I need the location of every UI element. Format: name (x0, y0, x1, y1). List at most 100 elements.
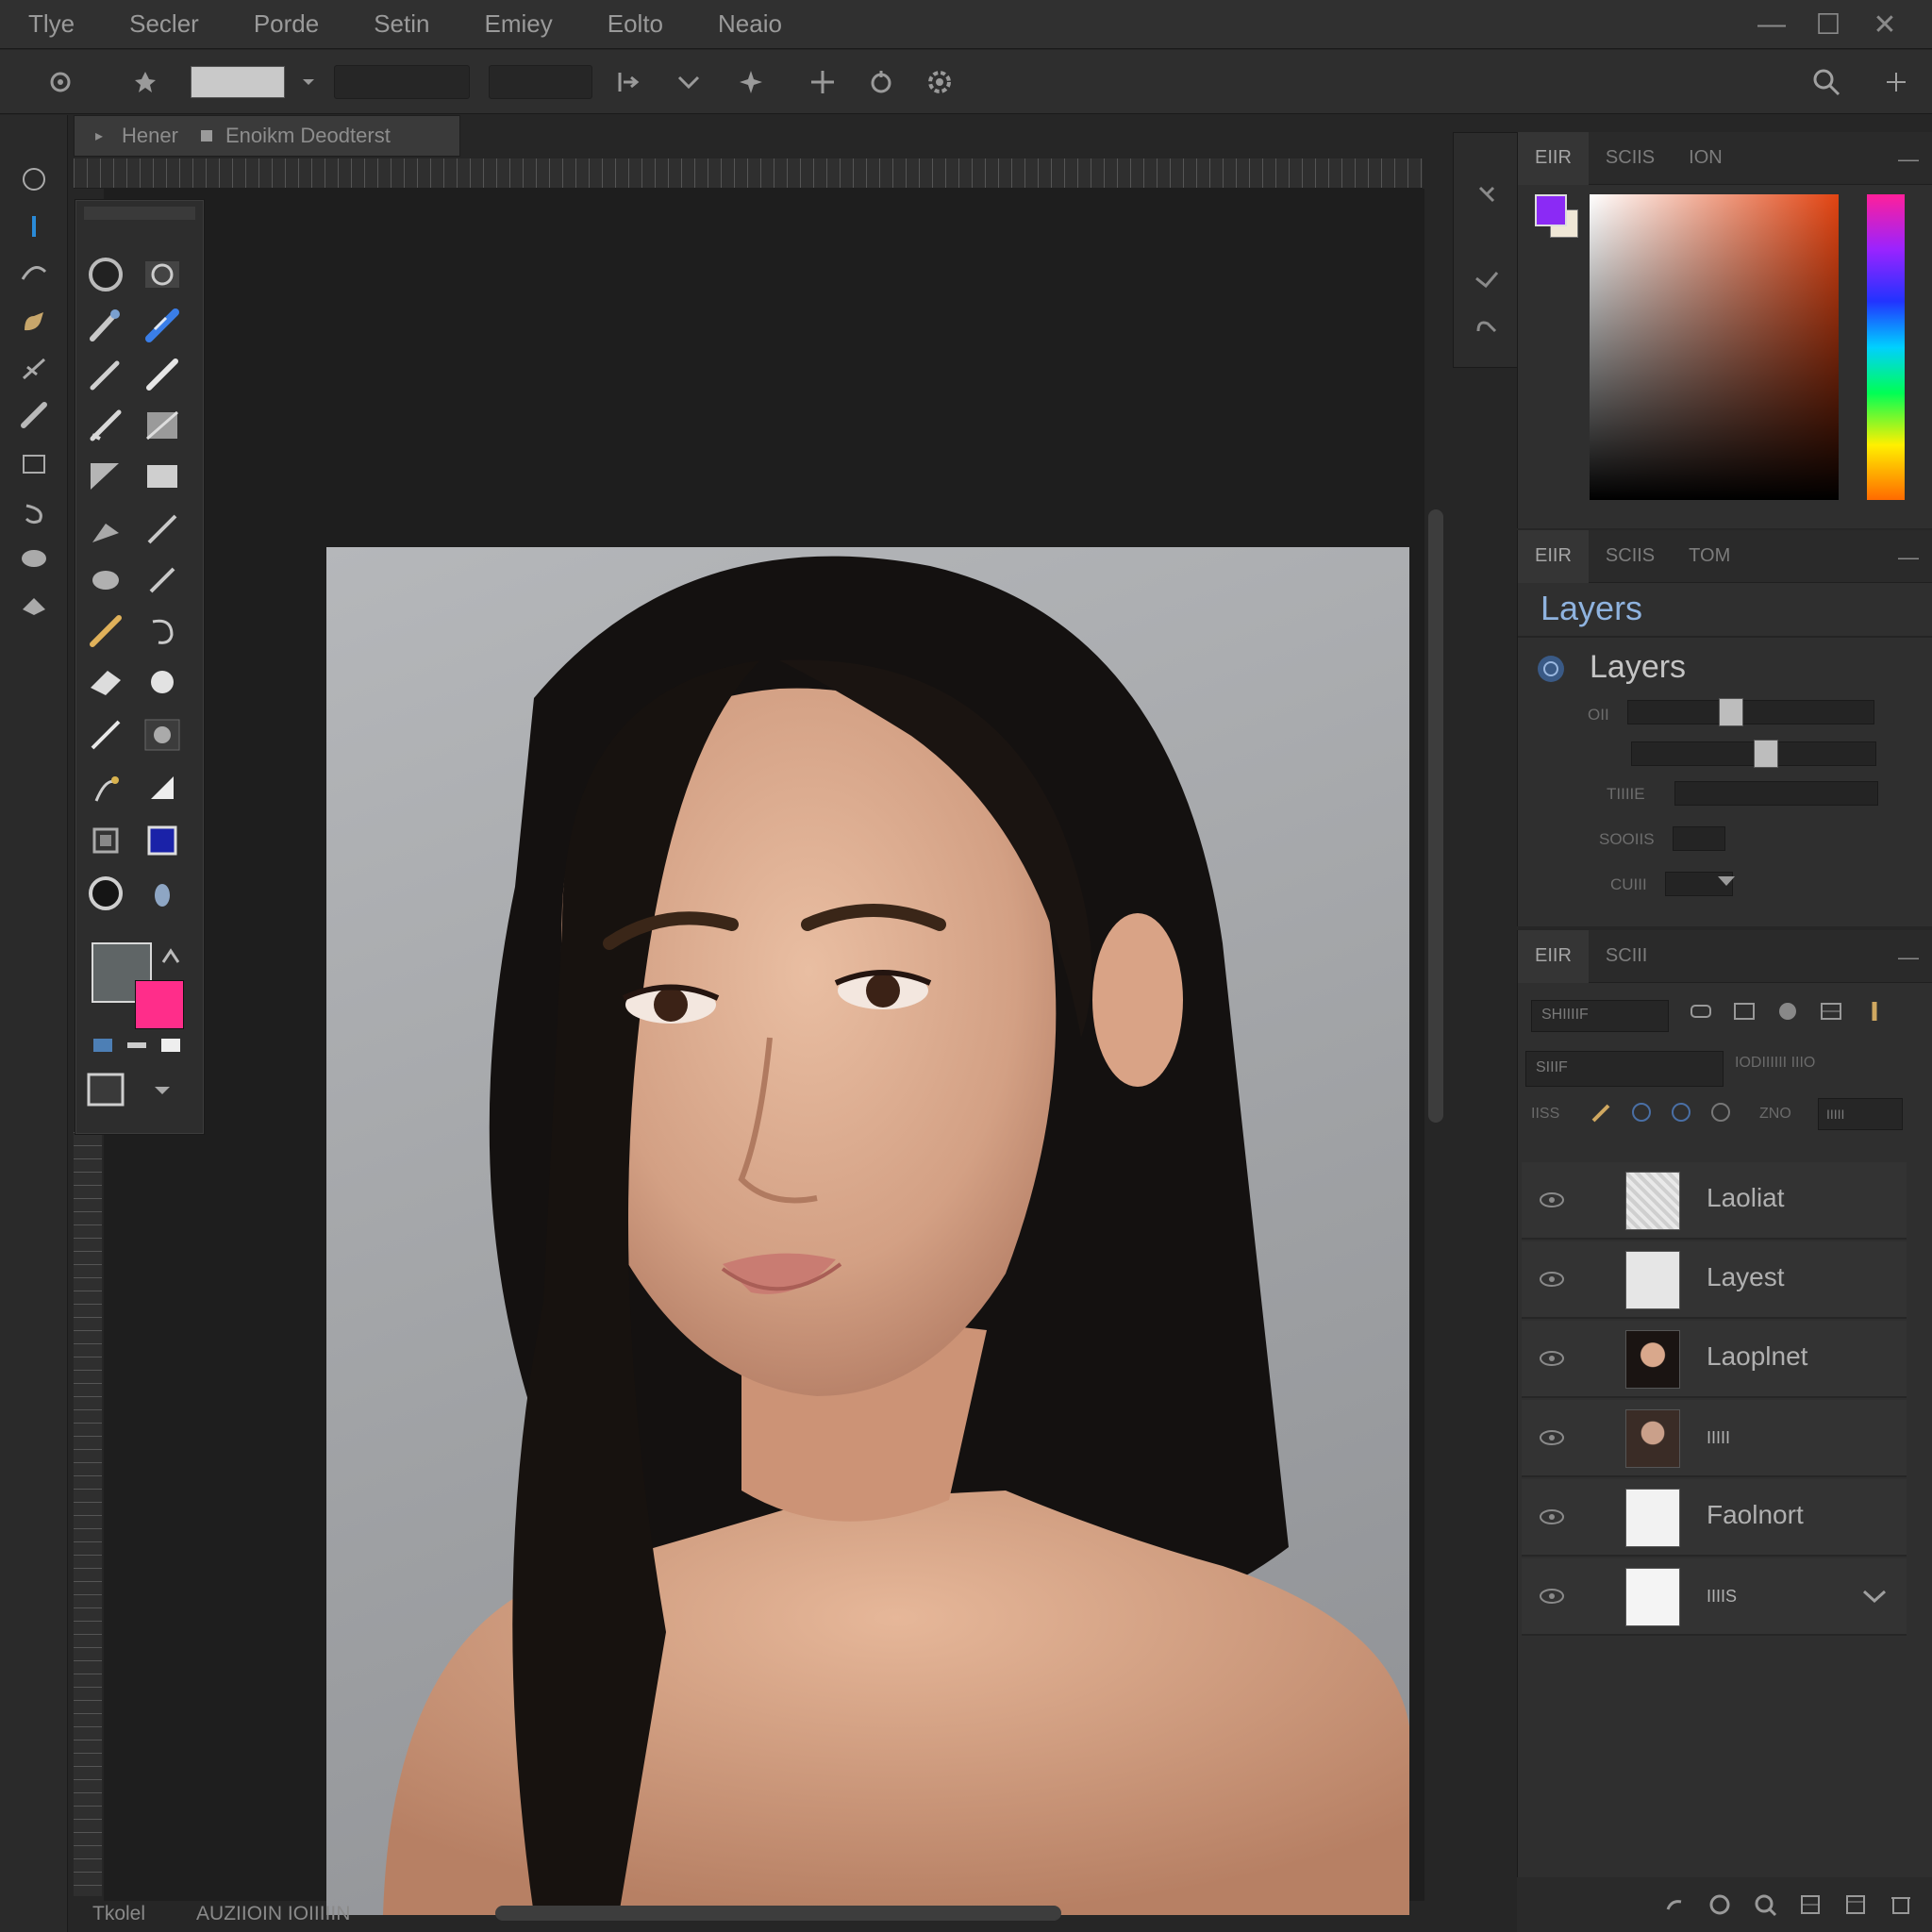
palette-header[interactable] (84, 207, 195, 220)
ellipse-tool-icon[interactable] (82, 254, 129, 295)
tab-channels[interactable]: SCIII (1589, 930, 1664, 983)
layer-row[interactable]: Laoplnet (1522, 1321, 1907, 1398)
lock-artboard-icon[interactable] (1669, 1100, 1693, 1124)
layer-row[interactable]: Faolnort (1522, 1479, 1907, 1557)
brush-size-field[interactable] (334, 65, 470, 99)
path-tool-icon[interactable] (82, 767, 129, 808)
menu-item-4[interactable]: Setin (360, 9, 442, 39)
lock-brush-icon[interactable] (1590, 1100, 1614, 1124)
filter-adjust-icon[interactable] (1731, 998, 1757, 1024)
tab-layers[interactable]: EIIR (1518, 929, 1589, 983)
visibility-eye-icon[interactable] (1539, 1428, 1565, 1447)
menu-item-1[interactable]: Tlye (15, 9, 88, 39)
lock-all-icon[interactable] (1708, 1100, 1733, 1124)
sparkle-icon[interactable] (732, 63, 770, 101)
menu-item-7[interactable]: Neaio (705, 9, 795, 39)
panel-menu-icon[interactable]: — (1898, 545, 1919, 570)
tab-properties[interactable]: EIIR (1518, 529, 1589, 583)
align-left-icon[interactable] (609, 63, 647, 101)
menu-item-6[interactable]: Eolto (594, 9, 676, 39)
blend-select[interactable] (1674, 781, 1878, 806)
layer-row[interactable]: IIIII (1522, 1400, 1907, 1477)
visibility-eye-icon[interactable] (1539, 1587, 1565, 1606)
canvas-area[interactable] (104, 189, 1424, 1915)
hue-slider[interactable] (1867, 194, 1905, 500)
eyedropper-tool-icon[interactable] (82, 305, 129, 346)
add-icon[interactable] (1877, 63, 1915, 101)
minimize-button[interactable]: — (1743, 0, 1800, 49)
curve-icon[interactable] (17, 255, 51, 289)
chevron-down-icon[interactable] (670, 63, 708, 101)
layer-row[interactable]: Layest (1522, 1241, 1907, 1319)
color-picker-field[interactable] (1590, 194, 1839, 500)
portrait-photo[interactable] (326, 547, 1409, 1915)
layer-style-icon[interactable] (1707, 1892, 1732, 1917)
layer-row[interactable]: IIIIS (1522, 1558, 1907, 1636)
marquee-icon[interactable] (17, 162, 51, 196)
smudge-tool-icon[interactable] (139, 354, 186, 395)
fill-slider-thumb[interactable] (1754, 740, 1778, 768)
crop-tool-icon[interactable] (82, 456, 129, 497)
quick-mask-icon[interactable] (84, 1031, 122, 1059)
drop-tool-icon[interactable] (139, 873, 186, 914)
source-select[interactable] (1673, 826, 1725, 851)
filter-type-icon[interactable] (1774, 998, 1801, 1024)
blob-icon[interactable] (17, 541, 51, 575)
filter-shape-icon[interactable] (1818, 998, 1844, 1024)
chevron-down-icon[interactable] (1861, 1587, 1888, 1606)
new-group-icon[interactable] (1843, 1892, 1868, 1917)
knife-tool-icon[interactable] (82, 714, 129, 756)
undo-icon[interactable] (17, 496, 51, 530)
blend-mode-select[interactable]: SHIIIIF (1531, 1000, 1669, 1032)
document-icon[interactable] (82, 1069, 129, 1110)
brush-icon[interactable] (17, 398, 51, 432)
clone-tool-icon[interactable] (82, 405, 129, 446)
pin-icon[interactable] (128, 63, 162, 101)
rotate-icon[interactable] (862, 63, 900, 101)
camera-tool-icon[interactable] (139, 714, 186, 756)
chevron-down-icon[interactable] (296, 63, 321, 101)
expand-icon[interactable] (139, 1069, 186, 1110)
horizontal-scrollbar[interactable] (495, 1906, 1061, 1921)
maximize-button[interactable]: ☐ (1800, 0, 1857, 49)
tab-swatches[interactable]: SCIIS (1589, 132, 1672, 185)
eraser-tool-icon[interactable] (82, 661, 129, 703)
move-icon[interactable] (804, 63, 841, 101)
tab-other[interactable]: ION (1672, 132, 1740, 185)
history-icon[interactable] (1473, 180, 1501, 213)
chevron-down-icon[interactable] (1716, 874, 1737, 893)
layer-row[interactable]: Laoliat (1522, 1162, 1907, 1240)
circle-tool-icon[interactable] (139, 661, 186, 703)
link-icon[interactable] (1473, 312, 1501, 345)
slash-tool-icon[interactable] (139, 559, 186, 601)
fill-select[interactable]: IIIII (1818, 1098, 1903, 1130)
filter-smart-icon[interactable] (1861, 998, 1888, 1024)
hand-icon[interactable] (17, 304, 51, 338)
gold-pencil-icon[interactable] (82, 610, 129, 652)
settings-icon[interactable] (921, 63, 958, 101)
line-tool-icon[interactable] (139, 508, 186, 550)
window-mode-icon[interactable] (152, 1031, 190, 1059)
visibility-eye-icon[interactable] (1539, 1270, 1565, 1289)
menu-item-3[interactable]: Porde (241, 9, 332, 39)
swap-colors-icon[interactable] (152, 942, 190, 971)
healing-tool-icon[interactable] (139, 305, 186, 346)
link-layers-icon[interactable] (1662, 1892, 1687, 1917)
shape-tool-icon[interactable] (82, 508, 129, 550)
tool-preset-icon[interactable] (42, 63, 79, 101)
gradient-tool-icon[interactable] (139, 405, 186, 446)
background-color-swatch[interactable] (135, 980, 184, 1029)
document-tab[interactable]: ▸ Hener Enoikm Deodterst (74, 115, 460, 157)
menu-item-2[interactable]: Secler (116, 9, 212, 39)
frame-tool-icon[interactable] (139, 456, 186, 497)
tab-tools[interactable]: TOM (1672, 530, 1747, 583)
screen-mode-icon[interactable] (118, 1031, 156, 1059)
filter-kind-select[interactable]: SIIIF (1525, 1051, 1724, 1087)
square-tool-icon[interactable] (82, 820, 129, 861)
text-cursor-icon[interactable] (17, 209, 51, 243)
rotate-tool-icon[interactable] (139, 610, 186, 652)
opacity-slider-thumb[interactable] (1719, 698, 1744, 726)
zoom-level[interactable]: Tkolel (92, 1903, 145, 1925)
adjust-icon[interactable] (1473, 265, 1501, 298)
tab-adjustments[interactable]: SCIIS (1589, 530, 1672, 583)
